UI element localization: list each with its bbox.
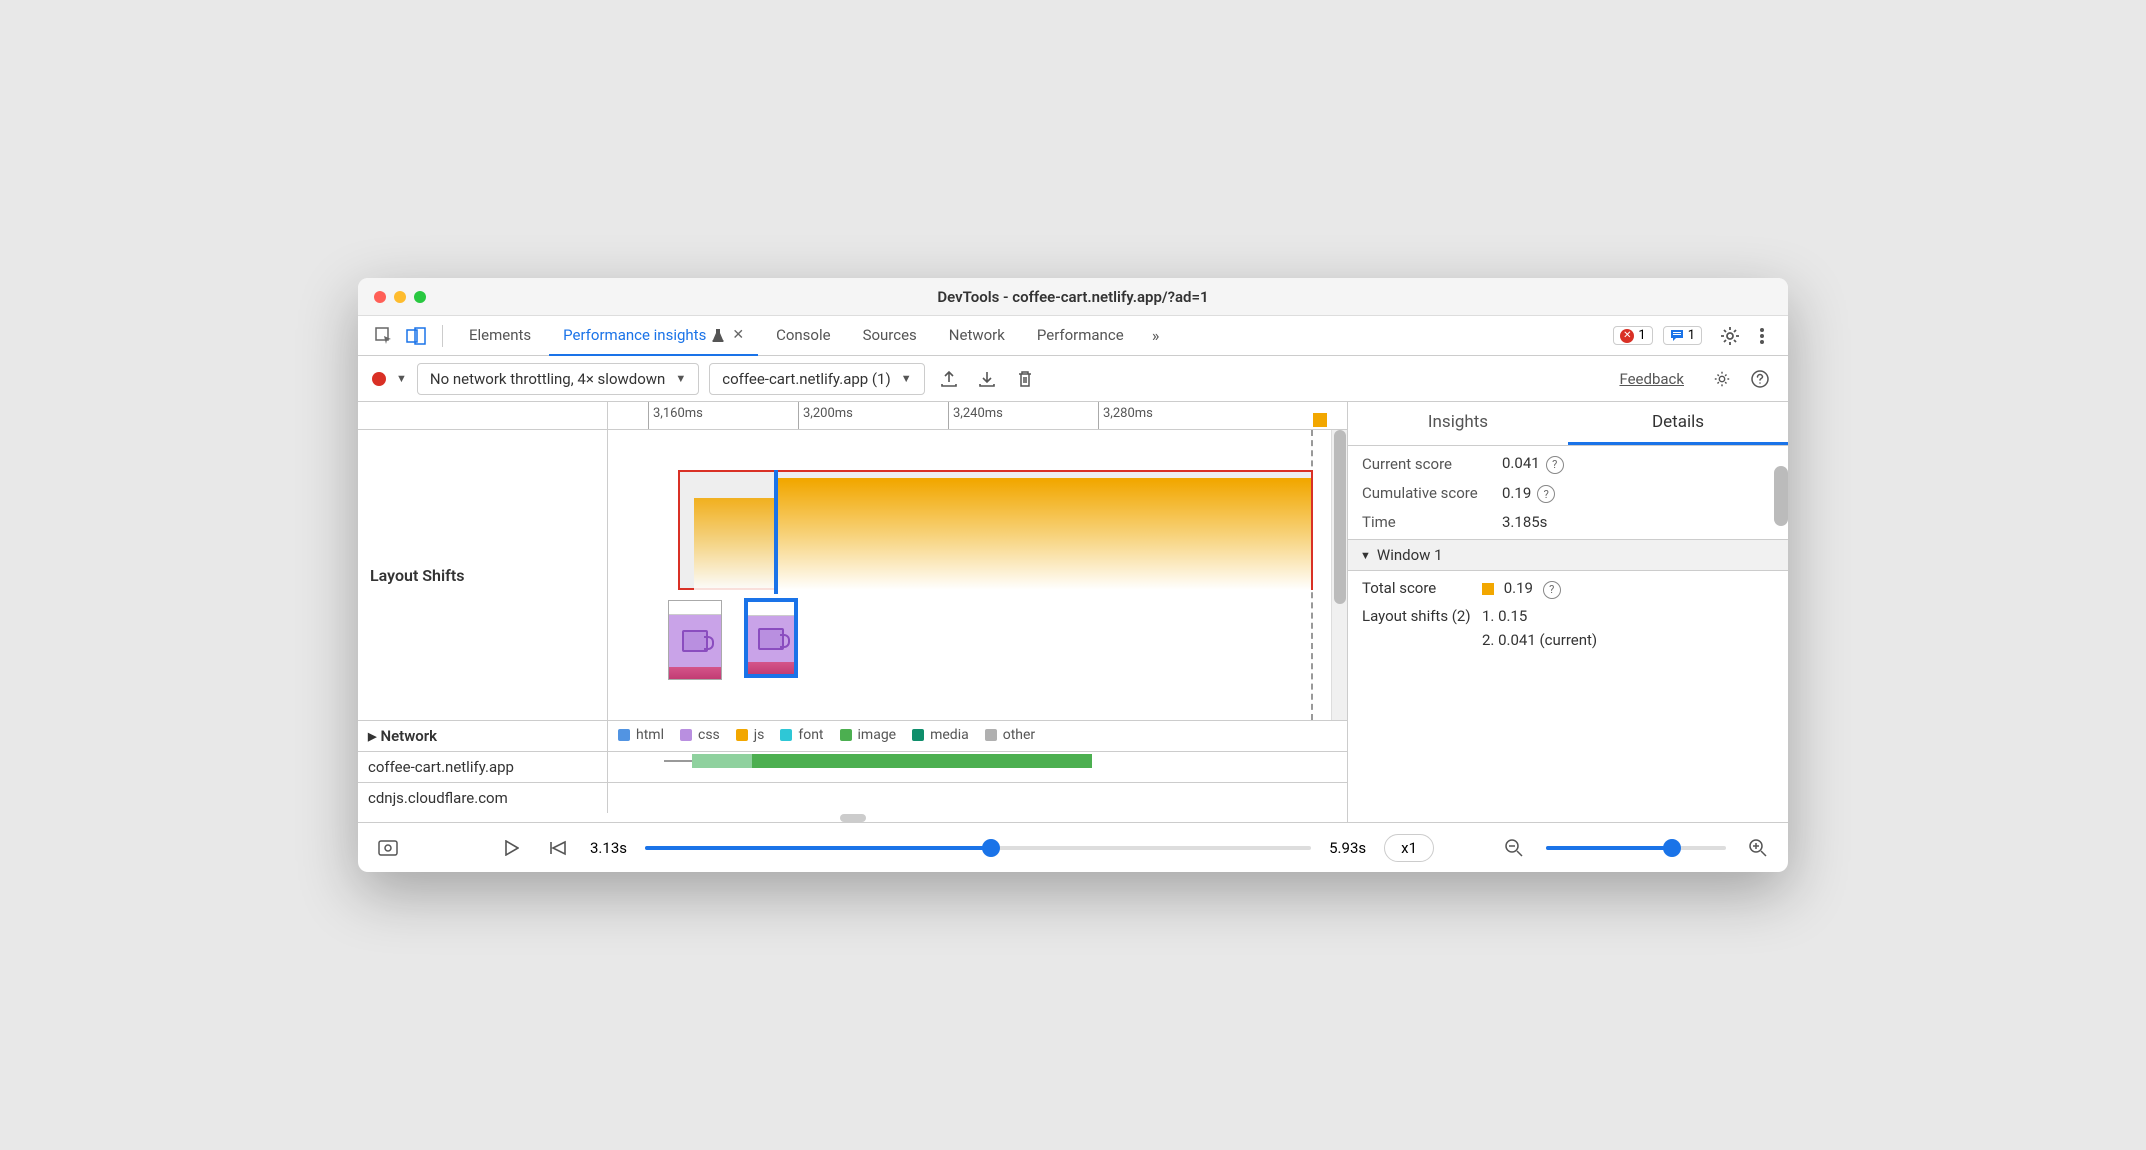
- time-value: 3.185s: [1502, 513, 1774, 531]
- tab-sources[interactable]: Sources: [849, 316, 931, 356]
- messages-badge[interactable]: 1: [1663, 326, 1702, 345]
- playback-start-time: 3.13s: [590, 839, 627, 857]
- playback-bar: 3.13s 5.93s x1: [358, 822, 1788, 872]
- zoom-out-icon[interactable]: [1500, 834, 1528, 862]
- layout-shifts-list-label: Layout shifts (2): [1362, 607, 1482, 649]
- rewind-button[interactable]: [544, 834, 572, 862]
- kebab-menu-icon[interactable]: [1748, 322, 1776, 350]
- device-toolbar-icon[interactable]: [402, 322, 430, 350]
- score-indicator-icon: [1482, 583, 1494, 595]
- layout-shift-thumb-selected[interactable]: [744, 598, 798, 678]
- details-scrollbar[interactable]: [1774, 466, 1788, 526]
- window-title: DevTools - coffee-cart.netlify.app/?ad=1: [358, 288, 1788, 306]
- layout-shift-thumb[interactable]: [668, 600, 722, 680]
- tab-insights[interactable]: Insights: [1348, 402, 1568, 445]
- error-badge[interactable]: ✕ 1: [1613, 326, 1652, 345]
- playback-speed[interactable]: x1: [1384, 834, 1434, 862]
- devtools-window: DevTools - coffee-cart.netlify.app/?ad=1…: [358, 278, 1788, 872]
- chevron-down-icon: ▼: [675, 372, 686, 385]
- playhead[interactable]: [774, 470, 778, 594]
- tab-details[interactable]: Details: [1568, 402, 1788, 445]
- zoom-in-icon[interactable]: [1744, 834, 1772, 862]
- current-score-label: Current score: [1362, 455, 1502, 473]
- chevron-down-icon: ▼: [901, 372, 912, 385]
- window1-section-header[interactable]: ▼ Window 1: [1348, 539, 1788, 571]
- more-tabs-icon[interactable]: »: [1142, 322, 1170, 350]
- devtools-tabs: Elements Performance insights ✕ Console …: [358, 316, 1788, 356]
- total-score-value: 0.19 ?: [1482, 579, 1774, 599]
- details-panel: › Insights Details Current score 0.041? …: [1348, 402, 1788, 822]
- timeline-scrollbar[interactable]: [1331, 430, 1347, 720]
- ruler-tick: 3,160ms: [648, 402, 703, 429]
- cumulative-score-label: Cumulative score: [1362, 484, 1502, 502]
- playback-range[interactable]: [645, 846, 1311, 850]
- track-label-network[interactable]: ▶ Network: [358, 721, 608, 751]
- cumulative-score-value: 0.19?: [1502, 484, 1774, 504]
- ruler-ticks: 3,160ms 3,200ms 3,240ms 3,280ms: [608, 402, 1331, 429]
- chat-icon: [1670, 329, 1684, 343]
- panel-settings-gear-icon[interactable]: [1708, 365, 1736, 393]
- layout-shift-track[interactable]: [608, 430, 1331, 720]
- network-legend: html css js font image media other: [618, 727, 1337, 743]
- help-icon[interactable]: [1746, 365, 1774, 393]
- close-tab-button[interactable]: ✕: [732, 327, 744, 343]
- ruler-tick: 3,200ms: [798, 402, 853, 429]
- divider: [442, 325, 443, 347]
- collapse-triangle-icon: ▼: [1360, 549, 1371, 562]
- layout-shift-entry[interactable]: 2. 0.041 (current): [1482, 631, 1774, 649]
- network-host-row[interactable]: coffee-cart.netlify.app: [358, 752, 608, 782]
- delete-icon[interactable]: [1011, 365, 1039, 393]
- maximize-window-button[interactable]: [414, 291, 426, 303]
- window-titlebar: DevTools - coffee-cart.netlify.app/?ad=1: [358, 278, 1788, 316]
- help-icon[interactable]: ?: [1543, 581, 1561, 599]
- record-button[interactable]: [372, 372, 386, 386]
- ruler-tick: 3,240ms: [948, 402, 1003, 429]
- settings-gear-icon[interactable]: [1716, 322, 1744, 350]
- current-score-value: 0.041?: [1502, 454, 1774, 474]
- total-score-label: Total score: [1362, 579, 1482, 599]
- zoom-range[interactable]: [1546, 846, 1726, 850]
- minimize-window-button[interactable]: [394, 291, 406, 303]
- throttle-select[interactable]: No network throttling, 4× slowdown ▼: [417, 363, 699, 395]
- timeline-ruler[interactable]: 3,160ms 3,200ms 3,240ms 3,280ms: [358, 402, 1347, 430]
- details-tabs: Insights Details: [1348, 402, 1788, 446]
- help-icon[interactable]: ?: [1546, 456, 1564, 474]
- main-content: 3,160ms 3,200ms 3,240ms 3,280ms Layout S…: [358, 402, 1788, 822]
- horizontal-scroll-indicator[interactable]: [358, 813, 1347, 822]
- tab-elements[interactable]: Elements: [455, 316, 545, 356]
- tab-network[interactable]: Network: [935, 316, 1019, 356]
- ruler-tick: 3,280ms: [1098, 402, 1153, 429]
- play-button[interactable]: [498, 834, 526, 862]
- layout-shift-entry[interactable]: 1. 0.15: [1482, 607, 1774, 625]
- inspect-element-icon[interactable]: [370, 322, 398, 350]
- error-icon: ✕: [1620, 329, 1634, 343]
- import-icon[interactable]: [973, 365, 1001, 393]
- playback-end-time: 5.93s: [1329, 839, 1366, 857]
- network-host-row[interactable]: cdnjs.cloudflare.com: [358, 783, 608, 813]
- flask-icon: [712, 328, 724, 342]
- time-label: Time: [1362, 513, 1502, 531]
- record-menu-chevron-icon[interactable]: ▼: [396, 372, 407, 385]
- tab-console[interactable]: Console: [762, 316, 845, 356]
- tab-performance-insights[interactable]: Performance insights ✕: [549, 316, 758, 356]
- expand-triangle-icon: ▶: [368, 730, 376, 743]
- traffic-lights: [374, 291, 426, 303]
- help-icon[interactable]: ?: [1537, 485, 1555, 503]
- track-label-layout-shifts: Layout Shifts: [358, 430, 608, 720]
- preview-toggle-icon[interactable]: [374, 834, 402, 862]
- recording-select[interactable]: coffee-cart.netlify.app (1) ▼: [709, 363, 924, 395]
- insights-toolbar: ▼ No network throttling, 4× slowdown ▼ c…: [358, 356, 1788, 402]
- feedback-link[interactable]: Feedback: [1619, 370, 1684, 388]
- tab-performance[interactable]: Performance: [1023, 316, 1138, 356]
- timeline-panel: 3,160ms 3,200ms 3,240ms 3,280ms Layout S…: [358, 402, 1348, 822]
- export-icon[interactable]: [935, 365, 963, 393]
- overview-marker: [1313, 413, 1327, 427]
- close-window-button[interactable]: [374, 291, 386, 303]
